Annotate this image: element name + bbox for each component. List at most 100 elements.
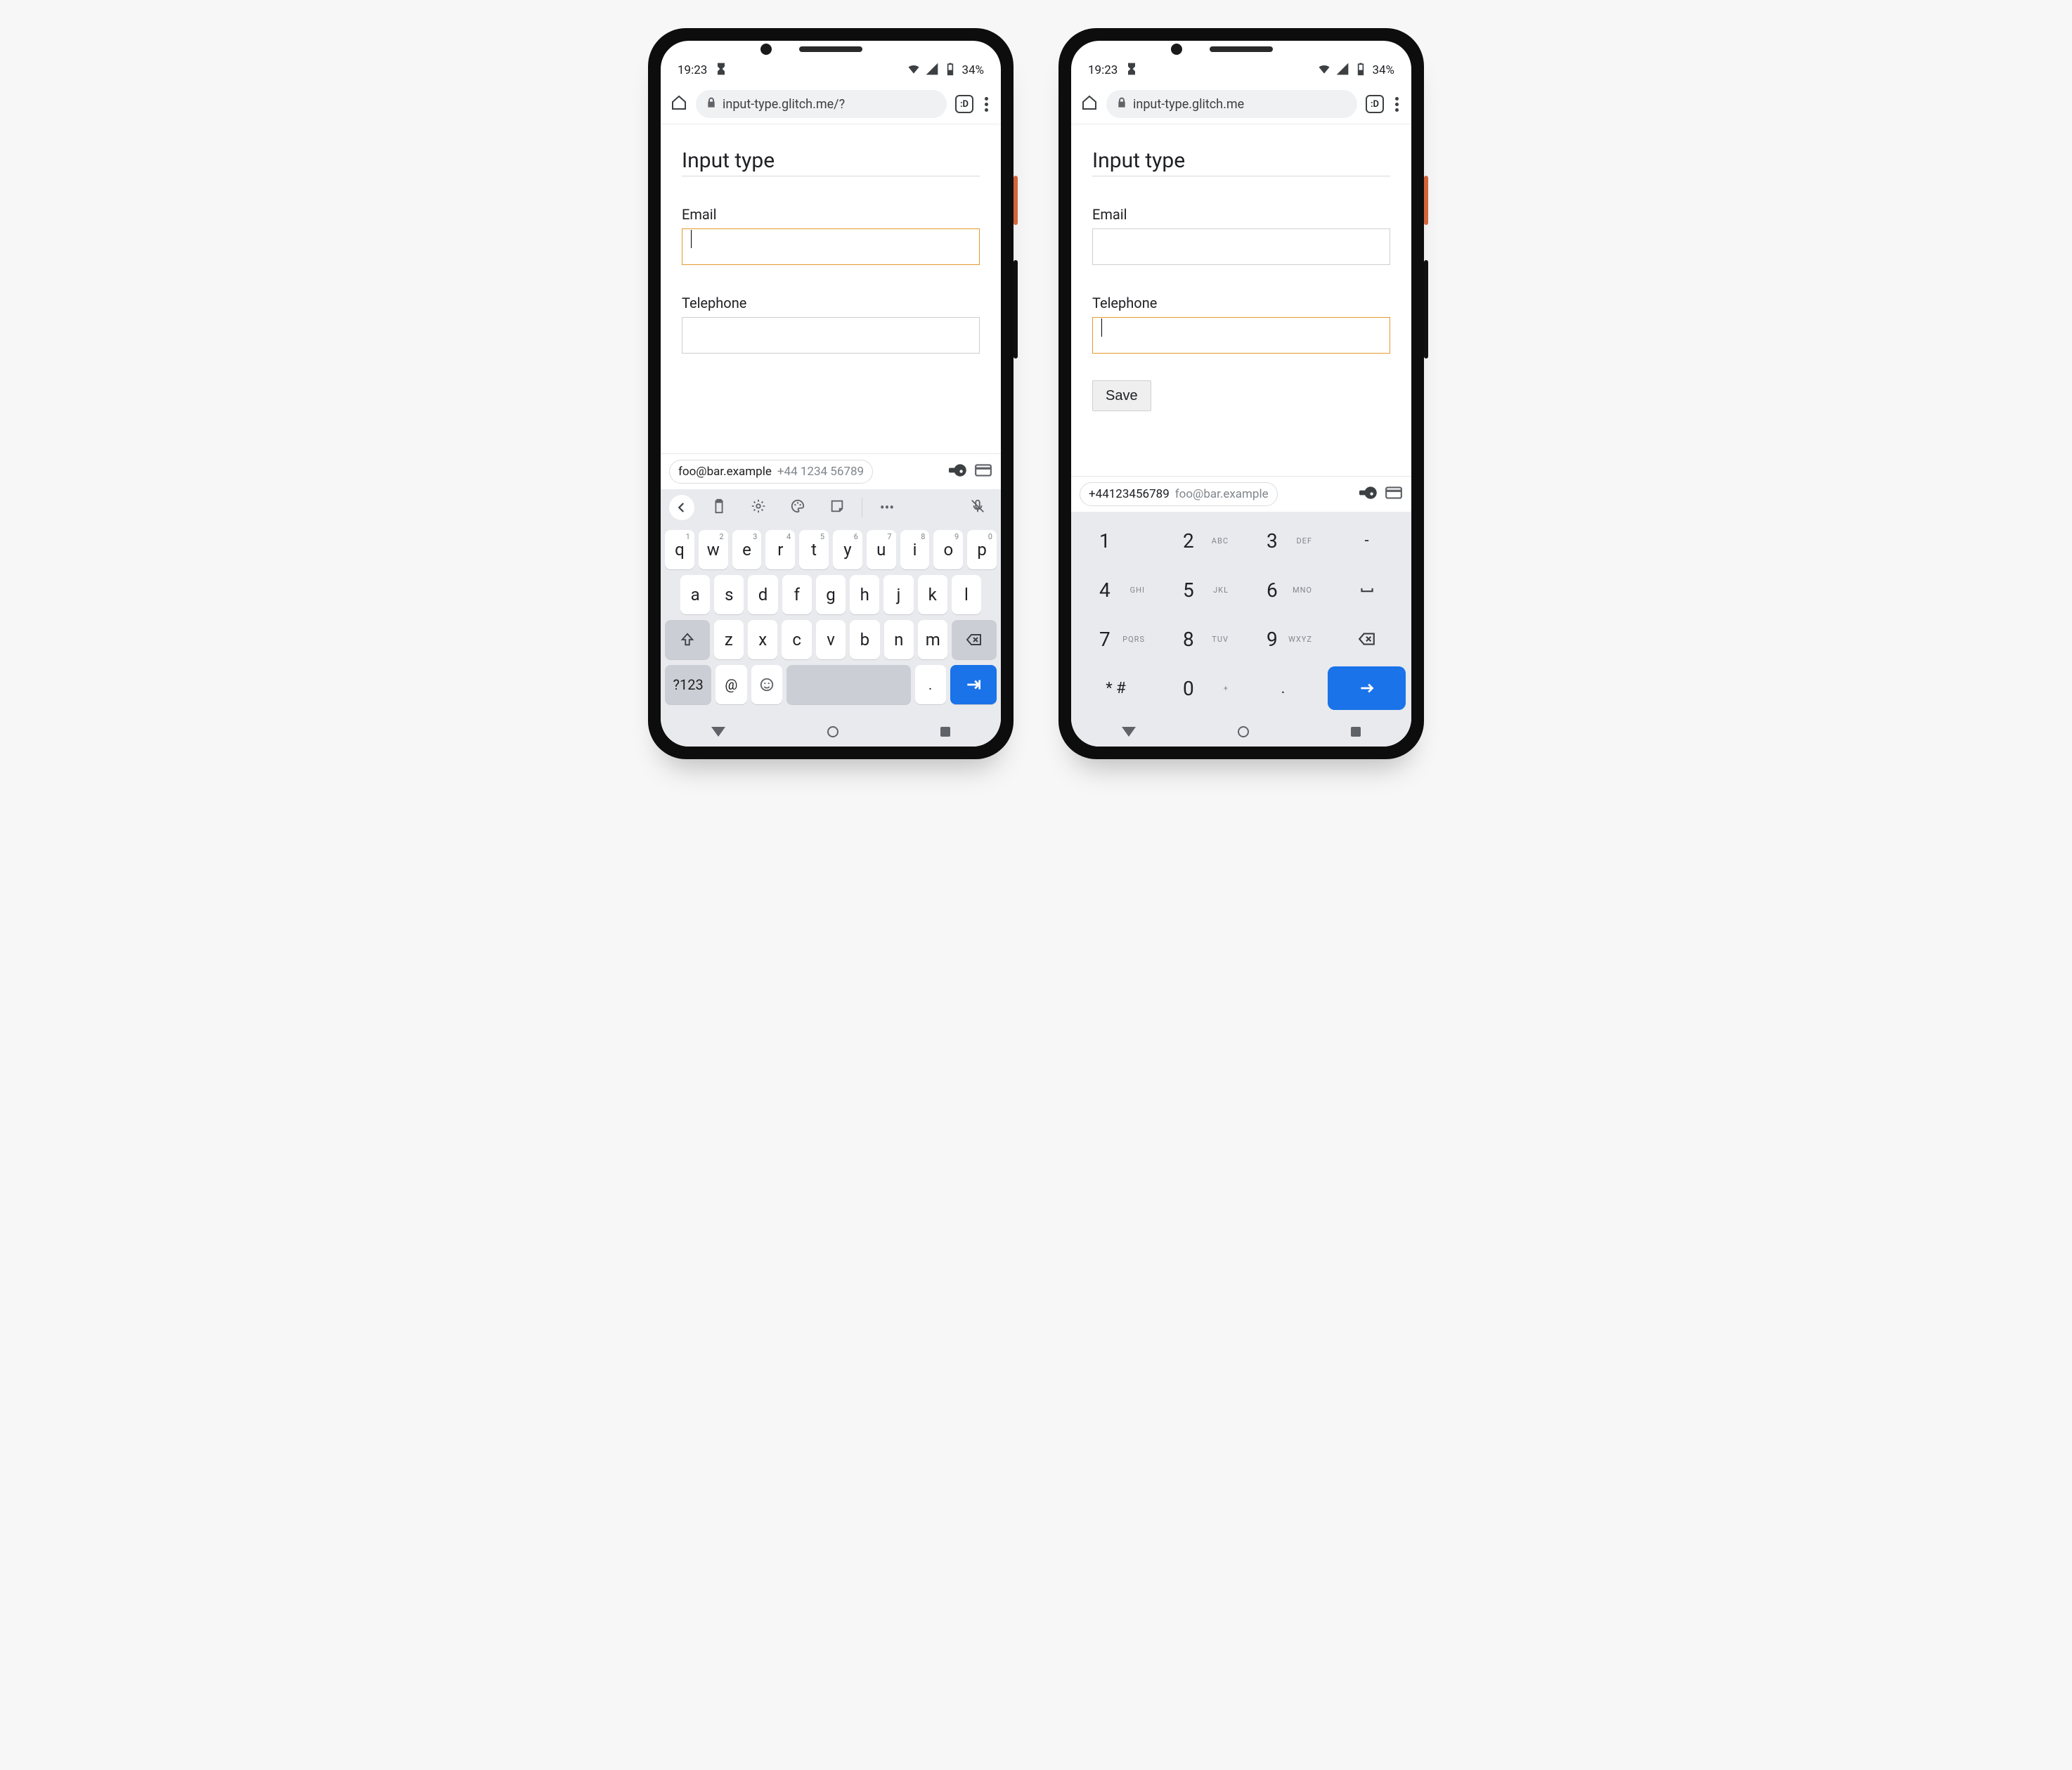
key-8[interactable]: 8TUV [1160,617,1238,661]
key--[interactable]: - [1328,519,1406,562]
key-i[interactable]: i8 [900,530,930,569]
key-2[interactable]: 2ABC [1160,519,1238,562]
period-key[interactable]: . [915,665,946,704]
clock: 19:23 [678,63,707,77]
hourglass-icon [1125,62,1139,79]
key-icon[interactable] [1359,484,1378,505]
key-9[interactable]: 9WXYZ [1244,617,1322,661]
key-l[interactable]: l [952,575,981,614]
key-h[interactable]: h [850,575,879,614]
key-k[interactable]: k [918,575,947,614]
key-o[interactable]: o9 [933,530,963,569]
enter-key[interactable] [950,665,997,704]
nav-recent[interactable] [940,727,950,737]
status-bar: 19:23 34% [661,56,1001,84]
autofill-suggestion[interactable]: foo@bar.example +44 1234 56789 [669,460,873,484]
key-1[interactable]: 1 [1077,519,1155,562]
backspace-key[interactable] [952,620,997,659]
home-icon[interactable] [1081,94,1098,114]
more-icon[interactable]: ••• [872,499,902,516]
key-u[interactable]: u7 [867,530,896,569]
telephone-field[interactable] [1092,317,1390,354]
key-d[interactable]: d [748,575,777,614]
key-4[interactable]: 4GHI [1077,568,1155,612]
email-field[interactable] [1092,228,1390,265]
key-* #[interactable]: * # [1077,666,1155,710]
nav-home[interactable] [1238,726,1249,737]
key-n[interactable]: n [884,620,914,659]
sticker-icon[interactable] [822,498,852,517]
key-6[interactable]: 6MNO [1244,568,1322,612]
key-m[interactable]: m [918,620,947,659]
keyboard-toolbar: ••• [661,489,1001,526]
nav-recent[interactable] [1351,727,1361,737]
nav-back[interactable] [711,727,725,737]
email-field[interactable] [682,228,980,265]
at-key[interactable]: @ [716,665,746,704]
card-icon[interactable] [974,461,992,482]
clipboard-icon[interactable] [704,498,734,517]
page-content: Input type Email Telephone Save [1071,124,1411,476]
key-b[interactable]: b [850,620,879,659]
battery-pct: 34% [961,63,984,77]
key-j[interactable]: j [883,575,913,614]
key-5[interactable]: 5JKL [1160,568,1238,612]
overflow-menu[interactable] [1392,94,1401,115]
key-e[interactable]: e3 [732,530,762,569]
key-a[interactable]: a [680,575,710,614]
mic-off-icon[interactable] [963,498,992,517]
autofill-primary: foo@bar.example [678,465,772,479]
key-3[interactable]: 3DEF [1244,519,1322,562]
overflow-menu[interactable] [982,94,991,115]
key-v[interactable]: v [816,620,846,659]
home-icon[interactable] [671,94,687,114]
key-.[interactable]: . [1244,666,1322,710]
gear-icon[interactable] [744,498,773,517]
qwerty-keyboard: q1w2e3r4t5y6u7i8o9p0 asdfghjkl zxcvbnm ?… [661,526,1001,717]
nav-back[interactable] [1122,727,1136,737]
key-t[interactable]: t5 [799,530,829,569]
key-c[interactable]: c [782,620,811,659]
nav-home[interactable] [827,726,838,737]
battery-icon [943,62,957,79]
key-q[interactable]: q1 [665,530,694,569]
emoji-key[interactable] [751,665,782,704]
space-key[interactable] [1328,568,1406,612]
key-p[interactable]: p0 [967,530,997,569]
space-key[interactable] [786,665,911,704]
shift-key[interactable] [665,620,710,659]
signal-icon [925,62,939,79]
card-icon[interactable] [1385,484,1403,505]
email-label: Email [682,206,980,223]
browser-toolbar: input-type.glitch.me :D [1071,84,1411,124]
key-7[interactable]: 7PQRS [1077,617,1155,661]
key-y[interactable]: y6 [833,530,862,569]
key-icon[interactable] [949,461,967,482]
key-r[interactable]: r4 [765,530,795,569]
autofill-strip: +44123456789 foo@bar.example [1071,476,1411,512]
telephone-label: Telephone [1092,295,1390,311]
autofill-secondary: foo@bar.example [1175,487,1269,501]
key-x[interactable]: x [748,620,777,659]
tab-switcher[interactable]: :D [955,95,973,113]
key-z[interactable]: z [714,620,744,659]
system-nav [1071,717,1411,747]
palette-icon[interactable] [783,498,812,517]
phone-right: 19:23 34% [1058,28,1424,759]
key-0[interactable]: 0+ [1160,666,1238,710]
autofill-suggestion[interactable]: +44123456789 foo@bar.example [1080,482,1278,506]
backspace-key[interactable] [1328,617,1406,661]
back-icon[interactable] [669,495,694,520]
key-f[interactable]: f [782,575,812,614]
enter-key[interactable] [1328,666,1406,710]
address-bar[interactable]: input-type.glitch.me [1106,90,1357,118]
key-s[interactable]: s [714,575,744,614]
address-bar[interactable]: input-type.glitch.me/? [696,90,947,118]
symbols-key[interactable]: ?123 [665,665,711,704]
telephone-field[interactable] [682,317,980,354]
tab-switcher[interactable]: :D [1366,95,1384,113]
key-g[interactable]: g [816,575,846,614]
save-button[interactable]: Save [1092,380,1151,411]
key-w[interactable]: w2 [699,530,728,569]
url-text: input-type.glitch.me [1133,97,1244,112]
